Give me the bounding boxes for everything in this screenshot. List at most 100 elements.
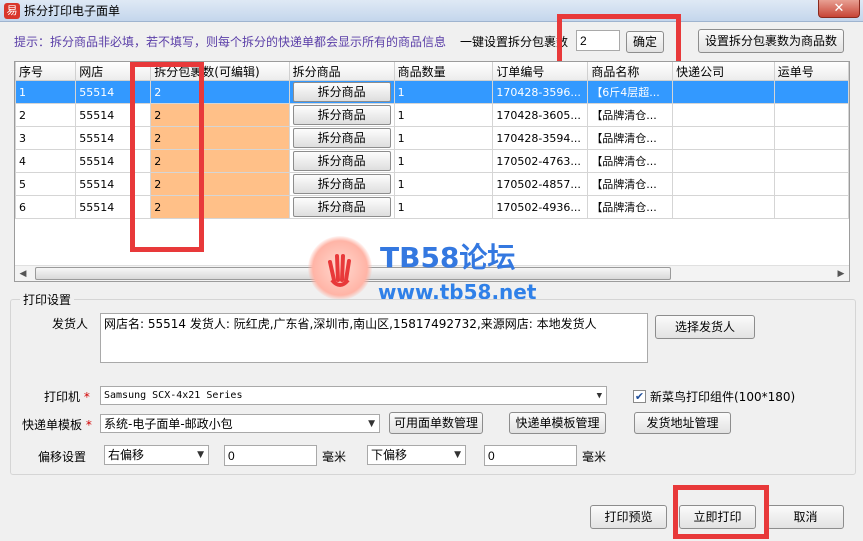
cainiao-checkbox[interactable]: ✔ bbox=[633, 390, 646, 403]
available-count-button[interactable]: 可用面单数管理 bbox=[389, 412, 483, 434]
template-manage-button[interactable]: 快递单模板管理 bbox=[509, 412, 606, 434]
cell-packages[interactable]: 2 bbox=[150, 149, 290, 173]
offset-horizontal-select[interactable]: 右偏移 ▼ bbox=[104, 445, 209, 465]
cell-no: 1 bbox=[15, 80, 77, 104]
choose-sender-button[interactable]: 选择发货人 bbox=[655, 315, 755, 339]
cell-courier bbox=[672, 149, 775, 173]
col-header-split[interactable]: 拆分商品 bbox=[288, 62, 395, 81]
cell-order: 170428-3605... bbox=[492, 103, 589, 127]
chevron-down-icon: ▼ bbox=[197, 450, 204, 460]
cell-order: 170502-4857... bbox=[492, 172, 589, 196]
cell-courier bbox=[672, 80, 775, 104]
col-header-order[interactable]: 订单编号 bbox=[492, 62, 589, 81]
app-icon: 易 bbox=[4, 3, 20, 19]
template-label: 快递单模板 * bbox=[22, 418, 92, 432]
cell-no: 3 bbox=[15, 126, 77, 150]
cell-waybill bbox=[773, 195, 849, 219]
print-settings-label: 打印设置 bbox=[20, 291, 75, 308]
table-row[interactable]: 2 55514 2 拆分商品 1 170428-3605... 【品牌清仓... bbox=[15, 103, 849, 127]
offset-vertical-input[interactable] bbox=[484, 445, 577, 466]
cell-split: 拆分商品 bbox=[288, 80, 395, 104]
title-bar bbox=[0, 0, 863, 22]
cell-waybill bbox=[773, 149, 849, 173]
col-header-shop[interactable]: 网店 bbox=[75, 62, 152, 81]
print-now-button[interactable]: 立即打印 bbox=[679, 505, 756, 529]
sender-label: 发货人 bbox=[52, 317, 89, 331]
template-select[interactable]: 系统-电子面单-邮政小包 ▼ bbox=[100, 414, 380, 433]
sender-textarea[interactable]: 网店名: 55514 发货人: 阮红虎,广东省,深圳市,南山区,15817492… bbox=[100, 313, 648, 363]
cell-goods: 【品牌清仓... bbox=[587, 172, 674, 196]
col-header-goods[interactable]: 商品名称 bbox=[587, 62, 674, 81]
printer-label: 打印机 * bbox=[44, 390, 90, 404]
cell-packages[interactable]: 2 bbox=[150, 172, 290, 196]
cell-courier bbox=[672, 195, 775, 219]
col-header-qty[interactable]: 商品数量 bbox=[393, 62, 494, 81]
cainiao-checkbox-label: 新菜鸟打印组件(100*180) bbox=[650, 390, 796, 404]
printer-select[interactable]: Samsung SCX-4x21 Series ▼ bbox=[100, 386, 607, 405]
cell-order: 170502-4936... bbox=[492, 195, 589, 219]
cell-waybill bbox=[773, 126, 849, 150]
split-goods-button[interactable]: 拆分商品 bbox=[292, 128, 391, 148]
bulk-package-count-input[interactable] bbox=[576, 30, 620, 51]
cell-split: 拆分商品 bbox=[288, 195, 395, 219]
cell-shop: 55514 bbox=[75, 126, 152, 150]
col-header-waybill[interactable]: 运单号 bbox=[773, 62, 849, 81]
cell-goods: 【品牌清仓... bbox=[587, 195, 674, 219]
chevron-down-icon: ▼ bbox=[454, 450, 461, 460]
cell-no: 6 bbox=[15, 195, 77, 219]
hint-text: 提示：拆分商品非必填，若不填写，则每个拆分的快递单都会显示所有的商品信息 bbox=[14, 35, 447, 49]
bulk-set-label: 一键设置拆分包裹数 bbox=[460, 35, 569, 49]
cell-qty: 1 bbox=[393, 195, 494, 219]
close-button[interactable]: ✕ bbox=[818, 0, 860, 18]
cell-split: 拆分商品 bbox=[288, 103, 395, 127]
table-row[interactable]: 3 55514 2 拆分商品 1 170428-3594... 【品牌清仓... bbox=[15, 126, 849, 150]
cell-no: 2 bbox=[15, 103, 77, 127]
cell-courier bbox=[672, 172, 775, 196]
offset-horizontal-input[interactable] bbox=[224, 445, 317, 466]
cell-order: 170428-3594... bbox=[492, 126, 589, 150]
set-to-goods-count-button[interactable]: 设置拆分包裹数为商品数 bbox=[698, 29, 844, 53]
cell-packages[interactable]: 2 bbox=[150, 195, 290, 219]
split-goods-button[interactable]: 拆分商品 bbox=[292, 105, 391, 125]
split-goods-button[interactable]: 拆分商品 bbox=[292, 151, 391, 171]
table-row[interactable]: 5 55514 2 拆分商品 1 170502-4857... 【品牌清仓... bbox=[15, 172, 849, 196]
scroll-left-icon[interactable]: ◀ bbox=[15, 266, 31, 282]
cell-goods: 【品牌清仓... bbox=[587, 149, 674, 173]
table-row[interactable]: 4 55514 2 拆分商品 1 170502-4763... 【品牌清仓... bbox=[15, 149, 849, 173]
window-title: 拆分打印电子面单 bbox=[24, 4, 121, 18]
scroll-right-icon[interactable]: ▶ bbox=[833, 266, 849, 282]
address-manage-button[interactable]: 发货地址管理 bbox=[634, 412, 731, 434]
cell-order: 170502-4763... bbox=[492, 149, 589, 173]
col-header-packages[interactable]: 拆分包裹数(可编辑) bbox=[150, 62, 290, 81]
confirm-button[interactable]: 确定 bbox=[626, 31, 664, 53]
col-header-no[interactable]: 序号 bbox=[15, 62, 77, 81]
cell-courier bbox=[672, 126, 775, 150]
table-row[interactable]: 6 55514 2 拆分商品 1 170502-4936... 【品牌清仓... bbox=[15, 195, 849, 219]
cell-split: 拆分商品 bbox=[288, 149, 395, 173]
table-row[interactable]: 1 55514 2 拆分商品 1 170428-3596... 【6斤4层超..… bbox=[15, 80, 849, 104]
cell-shop: 55514 bbox=[75, 172, 152, 196]
offset-label: 偏移设置 bbox=[38, 450, 87, 464]
cell-packages[interactable]: 2 bbox=[150, 103, 290, 127]
col-header-courier[interactable]: 快递公司 bbox=[672, 62, 775, 81]
cancel-button[interactable]: 取消 bbox=[767, 505, 844, 529]
chevron-down-icon: ▼ bbox=[368, 419, 375, 429]
watermark-title: TB58论坛 bbox=[380, 241, 516, 274]
print-preview-button[interactable]: 打印预览 bbox=[590, 505, 667, 529]
cell-goods: 【6斤4层超... bbox=[587, 80, 674, 104]
cell-split: 拆分商品 bbox=[288, 172, 395, 196]
split-goods-button[interactable]: 拆分商品 bbox=[292, 82, 391, 102]
split-goods-button[interactable]: 拆分商品 bbox=[292, 174, 391, 194]
offset-vertical-select[interactable]: 下偏移 ▼ bbox=[367, 445, 466, 465]
cell-goods: 【品牌清仓... bbox=[587, 126, 674, 150]
cell-shop: 55514 bbox=[75, 103, 152, 127]
cell-qty: 1 bbox=[393, 80, 494, 104]
cell-split: 拆分商品 bbox=[288, 126, 395, 150]
cell-qty: 1 bbox=[393, 126, 494, 150]
cell-packages[interactable]: 2 bbox=[150, 126, 290, 150]
cell-waybill bbox=[773, 80, 849, 104]
cell-no: 5 bbox=[15, 172, 77, 196]
split-goods-button[interactable]: 拆分商品 bbox=[292, 197, 391, 217]
cell-packages[interactable]: 2 bbox=[150, 80, 290, 104]
cell-qty: 1 bbox=[393, 103, 494, 127]
